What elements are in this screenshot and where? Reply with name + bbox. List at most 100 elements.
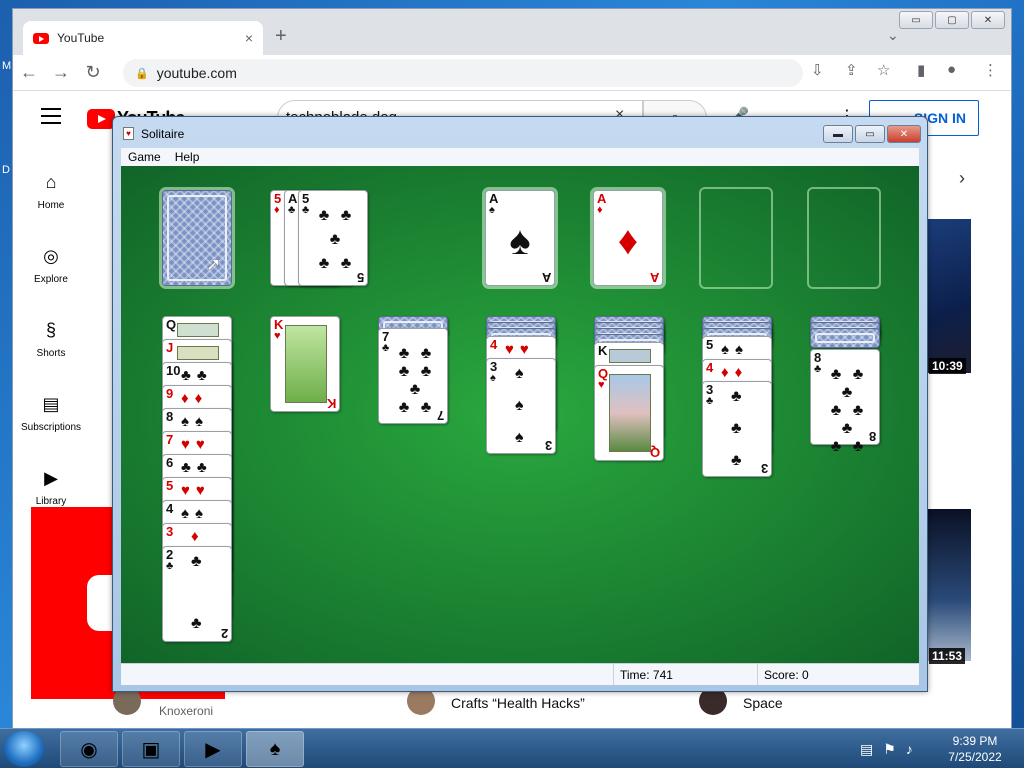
foundation-4-empty[interactable]: [807, 187, 881, 289]
menu-game[interactable]: Game: [121, 150, 168, 164]
club-suit-icon: ♣: [731, 420, 742, 437]
club-suit-icon: ♣: [731, 388, 742, 405]
score-status: Score: 0: [757, 664, 919, 686]
diamond-suit-icon: ♦♦: [721, 364, 749, 381]
shorts-icon: §: [45, 320, 56, 340]
minimize-button[interactable]: ▬: [823, 125, 853, 143]
card-rank: K: [598, 343, 608, 358]
clock[interactable]: 9:39 PM 7/25/2022: [940, 733, 1010, 765]
side-panel-icon[interactable]: ▮: [917, 61, 925, 79]
minimize-button[interactable]: ▭: [899, 11, 933, 29]
club-suit-icon: ♣: [731, 452, 742, 469]
video-thumbnail[interactable]: [925, 509, 971, 661]
card-rank: K: [326, 396, 336, 411]
start-button[interactable]: [4, 731, 44, 767]
chrome-window-controls: ▭ ▢ ✕: [899, 11, 1005, 29]
card-rank: 4: [706, 360, 714, 375]
maximize-button[interactable]: ▭: [855, 125, 885, 143]
tab-close-icon[interactable]: ×: [245, 30, 253, 46]
close-button[interactable]: ✕: [971, 11, 1005, 29]
time-value: 741: [652, 668, 673, 682]
stock-pile[interactable]: [162, 190, 232, 286]
card-rank: 3: [760, 461, 768, 476]
address-bar[interactable]: 🔒 youtube.com: [123, 59, 803, 87]
solitaire-taskbar-icon[interactable]: ♠: [246, 731, 304, 767]
tableau-card-top[interactable]: 8 ♣ ♣ ♣ ♣ ♣ ♣ ♣ ♣ ♣ 8: [810, 349, 880, 455]
card-rank: 10: [166, 363, 181, 378]
sidebar-item-subscriptions[interactable]: ▤ Subscriptions: [13, 384, 89, 458]
time-status: Time: 741: [613, 664, 757, 686]
action-center-icon[interactable]: ⚑: [883, 741, 896, 758]
card-face-art: [609, 349, 651, 363]
tableau-card-top[interactable]: 7 ♣ ♣ ♣ ♣ ♣ ♣ ♣ ♣ 7: [378, 328, 448, 424]
foundation-3-empty[interactable]: [699, 187, 773, 289]
profile-icon[interactable]: ●: [947, 61, 956, 78]
back-arrow-icon[interactable]: ←: [13, 62, 45, 83]
video-duration: 10:39: [929, 358, 966, 374]
tableau-card-top[interactable]: 2 ♣ ♣ ♣ 2: [162, 546, 232, 642]
share-icon[interactable]: ⇪: [845, 61, 858, 79]
close-button[interactable]: ✕: [887, 125, 921, 143]
maximize-button[interactable]: ▢: [935, 11, 969, 29]
card-rank: 9: [166, 386, 174, 401]
card-rank: 7: [436, 408, 444, 423]
tab-strip: YouTube × + ⌄ ▭ ▢ ✕: [13, 9, 1011, 55]
sidebar-item-explore[interactable]: ◎ Explore: [13, 236, 89, 310]
video-title[interactable]: Crafts “Health Hacks”: [451, 695, 585, 711]
hamburger-menu-icon[interactable]: [41, 108, 61, 129]
card-rank: 7: [166, 432, 174, 447]
desktop-icon-label[interactable]: M: [2, 60, 11, 72]
card-pips: ♣ ♣ ♣ ♣ ♣ ♣ ♣ ♣: [830, 366, 864, 455]
video-thumbnail[interactable]: [925, 219, 971, 373]
chevron-right-icon[interactable]: ›: [959, 168, 965, 189]
tableau-card-top[interactable]: 3 ♠ ♠ ♠ ♠ 3: [486, 358, 556, 454]
sidebar-item-shorts[interactable]: § Shorts: [13, 310, 89, 384]
heart-suit-icon: ♥: [274, 330, 281, 342]
tableau-card-top[interactable]: 3 ♣ ♣ ♣ ♣ 3: [702, 381, 772, 477]
tab-search-button[interactable]: ⌄: [887, 27, 899, 44]
menu-bar: Game Help: [121, 148, 919, 166]
spade-suit-icon: ♠: [515, 429, 524, 446]
solitaire-window-controls: ▬ ▭ ✕: [823, 125, 921, 143]
network-icon[interactable]: ▤: [860, 741, 873, 758]
url-text: youtube.com: [156, 65, 237, 81]
foundation-2[interactable]: A ♦ ♦ A: [593, 190, 663, 286]
volume-icon[interactable]: ♪: [906, 741, 913, 758]
spade-suit-icon: ♠♠: [181, 505, 209, 522]
sidebar-item-home[interactable]: ⌂ Home: [13, 162, 89, 236]
channel-name[interactable]: Knoxeroni: [159, 704, 213, 718]
desktop-icon-label[interactable]: D: [2, 164, 10, 176]
tab-youtube[interactable]: YouTube ×: [23, 21, 263, 55]
spade-suit-icon: ♠: [489, 204, 495, 216]
card-rank: 4: [166, 501, 174, 516]
chrome-menu-icon[interactable]: ⋮: [983, 61, 998, 79]
tableau-card-top[interactable]: Q ♥ Q: [594, 365, 664, 461]
card-face-art: [285, 325, 327, 403]
sidebar-item-label: Explore: [34, 274, 68, 285]
explorer-taskbar-icon[interactable]: ▣: [122, 731, 180, 767]
video-title[interactable]: Space: [743, 695, 783, 711]
card-rank: 5: [706, 337, 714, 352]
bookmark-star-icon[interactable]: ☆: [877, 61, 890, 79]
card-rank: 4: [490, 337, 498, 352]
lock-icon[interactable]: 🔒: [135, 67, 149, 80]
club-suit-icon: ♣: [706, 395, 714, 407]
media-player-taskbar-icon[interactable]: ▶: [184, 731, 242, 767]
chrome-taskbar-icon[interactable]: ◉: [60, 731, 118, 767]
card-rank: Q: [649, 445, 660, 460]
club-suit-icon: ♣♣: [181, 459, 213, 476]
reload-icon[interactable]: ↻: [77, 62, 109, 83]
waste-card-top[interactable]: 5 ♣ ♣ ♣ ♣ ♣ ♣ 5: [298, 190, 368, 286]
forward-arrow-icon[interactable]: →: [45, 62, 77, 83]
explore-icon: ◎: [43, 246, 59, 266]
clock-time: 9:39 PM: [952, 734, 998, 748]
library-icon: ▶: [44, 468, 58, 488]
tableau-card-top[interactable]: K ♥ K: [270, 316, 340, 412]
new-tab-button[interactable]: +: [275, 25, 287, 48]
club-suit-icon: ♣: [814, 363, 822, 375]
foundation-1[interactable]: A ♠ ♠ A: [485, 190, 555, 286]
card-rank: 6: [166, 455, 174, 470]
menu-help[interactable]: Help: [168, 150, 207, 164]
solitaire-titlebar[interactable]: ♥ Solitaire ▬ ▭ ✕: [113, 117, 927, 147]
install-app-icon[interactable]: ⇩: [811, 61, 824, 79]
